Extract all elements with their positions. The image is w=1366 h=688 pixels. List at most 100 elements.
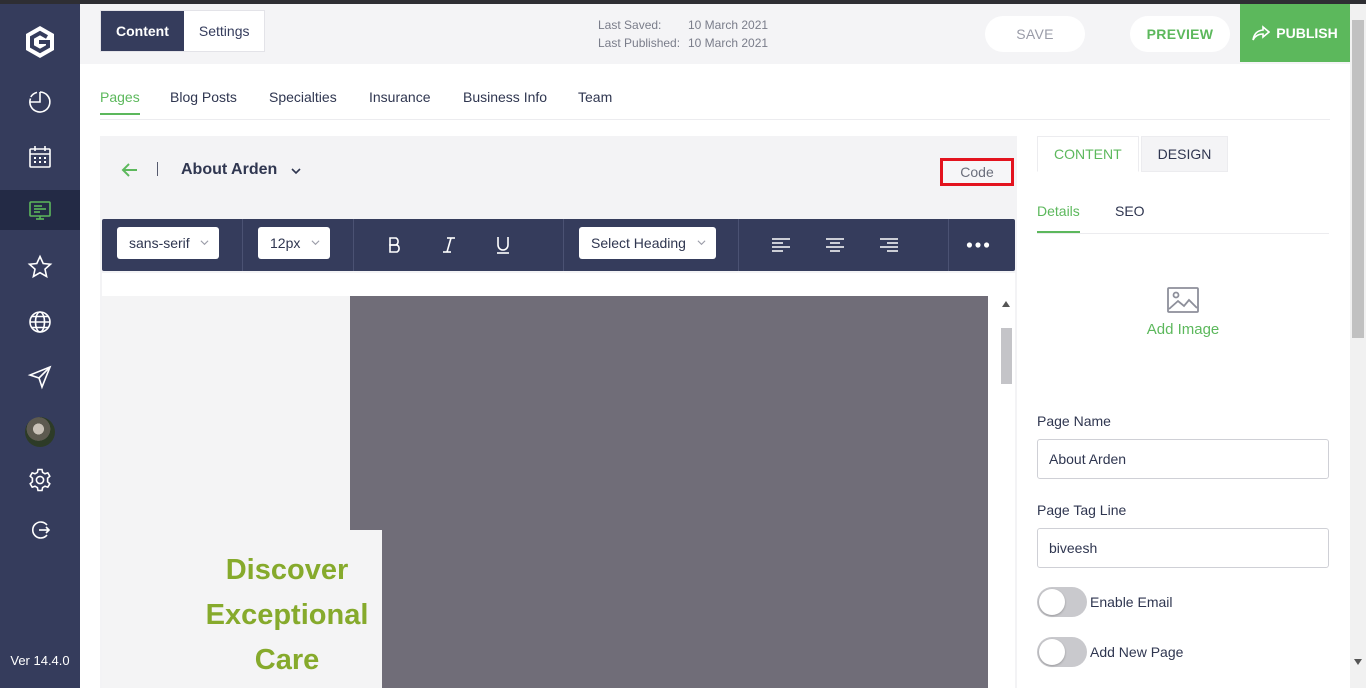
mode-tab-settings[interactable]: Settings [184,11,265,51]
send-icon [27,365,52,390]
add-image-button[interactable]: Add Image [1037,286,1329,338]
align-right-icon [880,238,898,252]
bold-icon [389,237,400,253]
last-published-value: 10 March 2021 [688,36,769,50]
editor-header: About Arden Code [100,136,1017,204]
panel-subtabs: Details SEO [1037,194,1329,234]
content-nav-tabs: Pages Blog Posts Specialties Insurance B… [100,64,1330,120]
align-right-button[interactable] [877,233,901,257]
chevron-down-icon [697,240,706,246]
enable-email-row: Enable Email [1037,587,1173,617]
scroll-up-arrow-icon[interactable] [1001,300,1011,308]
underline-icon [497,237,509,254]
align-left-button[interactable] [769,233,793,257]
panel-tabs: CONTENT DESIGN [1037,136,1230,172]
page-name-label: Page Name [1037,413,1111,429]
sidebar-item-website[interactable] [0,190,80,230]
page-preview[interactable]: Discover Exceptional Care [102,296,988,688]
tab-business-info[interactable]: Business Info [463,89,547,113]
sidebar-item-profile[interactable] [0,412,80,452]
toolbar-divider [353,219,354,271]
subtab-seo[interactable]: SEO [1115,203,1145,231]
pie-chart-icon [29,91,51,113]
sidebar: Ver 14.4.0 [0,4,80,688]
tab-content[interactable]: CONTENT [1037,136,1139,172]
font-size-select[interactable]: 12px [258,227,330,259]
subtab-details[interactable]: Details [1037,203,1080,233]
mode-tab-content[interactable]: Content [101,11,184,51]
enable-email-toggle[interactable] [1037,587,1087,617]
tag-line-input[interactable] [1037,528,1329,568]
save-status: Last Saved: 10 March 2021 Last Published… [598,16,768,52]
mode-switch: Content Settings [100,10,266,52]
last-published-label: Last Published: [598,36,681,50]
last-saved-label: Last Saved: [598,18,662,32]
hero-line: Discover [225,554,349,586]
italic-button[interactable] [437,233,461,257]
image-icon [1167,287,1199,313]
hero-text-card: Discover Exceptional Care [192,530,382,688]
sidebar-item-reviews[interactable] [0,247,80,287]
sidebar-item-logout[interactable] [0,510,80,550]
avatar [25,417,55,447]
header-divider [157,162,158,176]
sidebar-item-settings[interactable] [0,460,80,500]
last-saved-value: 10 March 2021 [688,18,769,32]
publish-button[interactable]: PUBLISH [1240,4,1350,62]
align-center-icon [826,238,844,252]
page-selector-title[interactable]: About Arden [181,161,277,179]
tag-line-label: Page Tag Line [1037,502,1127,518]
tab-team[interactable]: Team [578,89,612,113]
sidebar-item-campaigns[interactable] [0,357,80,397]
calendar-icon [29,146,51,168]
code-view-button[interactable]: Code [940,158,1014,186]
page-settings-panel: CONTENT DESIGN Details SEO Add Image Pag… [1037,136,1329,688]
tab-blog-posts[interactable]: Blog Posts [170,89,237,113]
tab-design[interactable]: DESIGN [1140,136,1229,172]
add-image-label: Add Image [1146,321,1220,338]
monitor-icon [29,201,51,220]
underline-button[interactable] [491,233,515,257]
add-new-page-toggle[interactable] [1037,637,1087,667]
version-label: Ver 14.4.0 [10,653,70,668]
page-name-input[interactable] [1037,439,1329,479]
tab-specialties[interactable]: Specialties [269,89,337,113]
hero-image-placeholder [350,296,988,688]
font-family-select[interactable]: sans-serif [117,227,219,259]
more-dots-icon [966,242,990,248]
bold-button[interactable] [383,233,407,257]
logout-icon [32,521,51,539]
back-arrow-icon[interactable] [120,160,140,180]
align-left-icon [772,238,790,252]
align-center-button[interactable] [823,233,847,257]
tab-insurance[interactable]: Insurance [369,89,430,113]
preview-scrollbar-thumb[interactable] [1001,328,1012,384]
app-logo-icon[interactable] [22,24,58,60]
preview-button[interactable]: PREVIEW [1130,16,1230,52]
save-button[interactable]: SAVE [985,16,1085,52]
more-options-button[interactable] [966,233,990,257]
chevron-down-icon[interactable] [290,165,302,177]
sidebar-item-dashboard[interactable] [0,82,80,122]
tab-pages[interactable]: Pages [100,89,140,115]
page-editor: About Arden Code sans-serif 12px Select … [100,136,1017,688]
toolbar-divider [738,219,739,271]
sidebar-item-calendar[interactable] [0,137,80,177]
chevron-down-icon [311,240,320,246]
italic-icon [443,237,455,253]
share-icon [1252,25,1271,41]
heading-select[interactable]: Select Heading [579,227,716,259]
publish-label: PUBLISH [1276,25,1338,41]
sidebar-item-web[interactable] [0,302,80,342]
font-size-value: 12px [270,235,301,251]
toolbar-divider [948,219,949,271]
add-new-page-label: Add New Page [1090,644,1184,660]
heading-value: Select Heading [591,235,686,251]
hero-line: Care [254,644,320,676]
toolbar-divider [242,219,243,271]
font-family-value: sans-serif [129,235,190,251]
gear-icon [29,468,51,492]
top-bar: Content Settings Last Saved: 10 March 20… [80,4,1350,64]
scroll-down-arrow-icon[interactable] [1353,658,1363,666]
window-scrollbar-thumb[interactable] [1352,20,1364,338]
